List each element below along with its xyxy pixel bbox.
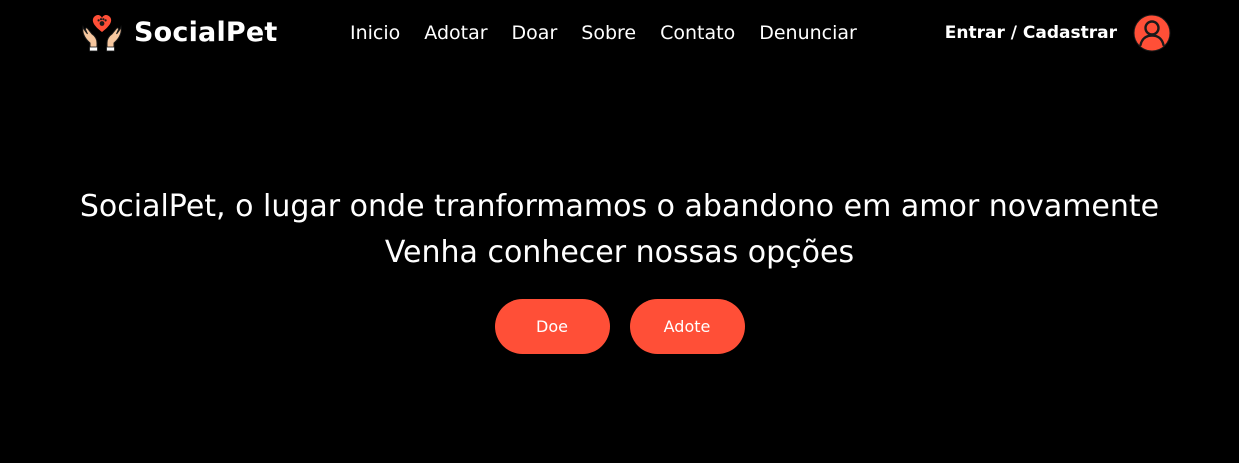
landing-page: SocialPet Inicio Adotar Doar Sobre Conta…	[0, 0, 1239, 463]
nav-item-contato[interactable]: Contato	[660, 22, 735, 44]
nav-item-inicio[interactable]: Inicio	[350, 22, 400, 44]
nav-item-denunciar[interactable]: Denunciar	[759, 22, 857, 44]
nav-item-adotar[interactable]: Adotar	[424, 22, 487, 44]
user-avatar-icon[interactable]	[1133, 14, 1171, 52]
brand[interactable]: SocialPet	[80, 8, 278, 56]
hands-heart-paw-icon	[82, 14, 122, 52]
auth-area: Entrar / Cadastrar	[945, 14, 1171, 52]
site-header: SocialPet Inicio Adotar Doar Sobre Conta…	[0, 0, 1239, 66]
cta-buttons: Doe Adote	[0, 299, 1239, 354]
doe-button[interactable]: Doe	[494, 299, 610, 354]
login-register-link[interactable]: Entrar / Cadastrar	[945, 23, 1117, 43]
hero-section: SocialPet, o lugar onde tranformamos o a…	[0, 184, 1239, 276]
adote-button[interactable]: Adote	[629, 299, 745, 354]
hero-headline: SocialPet, o lugar onde tranformamos o a…	[79, 189, 1160, 224]
nav-item-doar[interactable]: Doar	[512, 22, 558, 44]
nav-item-sobre[interactable]: Sobre	[581, 22, 636, 44]
hero-subheadline: Venha conhecer nossas opções	[384, 235, 855, 270]
main-nav: Inicio Adotar Doar Sobre Contato Denunci…	[350, 20, 857, 46]
brand-name: SocialPet	[134, 16, 278, 48]
